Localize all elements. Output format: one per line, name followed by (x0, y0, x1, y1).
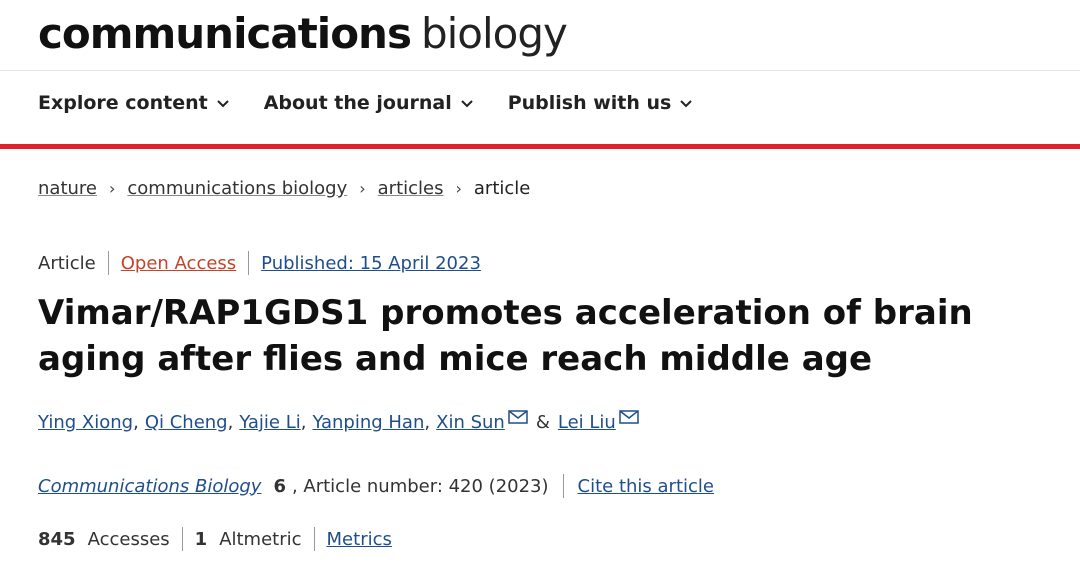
nav-publish-with-us[interactable]: Publish with us (508, 92, 694, 114)
article-number: , Article number: 420 (2023) (291, 475, 549, 497)
metrics-divider (313, 527, 315, 551)
chevron-right-icon: › (359, 179, 366, 198)
author-link[interactable]: Xin Sun (436, 412, 505, 433)
cite-this-article-link[interactable]: Cite this article (578, 476, 714, 497)
nav-explore-content[interactable]: Explore content (38, 92, 230, 114)
chevron-right-icon: › (108, 179, 116, 198)
site-header: communications biology Explore content Ab… (0, 0, 1080, 149)
article-title: Vimar/RAP1GDS1 promotes acceleration of … (38, 293, 973, 379)
main-nav: Explore content About the journal Publis… (38, 92, 693, 114)
journal-link[interactable]: Communications Biology (38, 476, 261, 497)
chevron-right-icon: › (455, 179, 462, 198)
author-link[interactable]: Yajie Li (239, 412, 300, 433)
author-separator: , (424, 412, 431, 433)
citation-line: Communications Biology 6, Article number… (38, 474, 714, 498)
nav-label: About the journal (263, 92, 452, 114)
mail-icon[interactable] (619, 409, 639, 424)
meta-divider (248, 251, 250, 275)
altmetric-count: 1 (194, 528, 208, 550)
author-separator: , (227, 412, 234, 433)
breadcrumb-articles[interactable]: articles (378, 178, 444, 199)
author-separator: , (133, 412, 139, 433)
logo-light-text: biology (420, 9, 568, 58)
metrics-link[interactable]: Metrics (327, 529, 392, 550)
published-date-link[interactable]: Published: 15 April 2023 (261, 253, 481, 274)
nav-about-journal[interactable]: About the journal (264, 92, 474, 114)
breadcrumb-communications-biology[interactable]: communications biology (127, 178, 347, 199)
metrics-divider (181, 527, 183, 551)
open-access-link[interactable]: Open Access (121, 253, 236, 274)
metrics-bar: 845 Accesses 1 Altmetric Metrics (38, 527, 392, 551)
logo-bold-text: communications (38, 9, 412, 58)
breadcrumb: nature › communications biology › articl… (38, 178, 530, 199)
header-divider (0, 70, 1080, 71)
breadcrumb-nature[interactable]: nature (38, 178, 97, 199)
article-meta: Article Open Access Published: 15 April … (38, 251, 481, 275)
author-separator: , (300, 412, 307, 433)
nav-label: Explore content (38, 92, 208, 114)
breadcrumb-current: article (473, 178, 531, 199)
citation-divider (562, 474, 564, 498)
accent-bar (0, 144, 1080, 149)
chevron-down-icon (216, 100, 229, 108)
altmetric-label: Altmetric (219, 528, 302, 550)
chevron-down-icon (680, 100, 693, 108)
chevron-down-icon (461, 100, 473, 108)
meta-divider (107, 251, 109, 275)
author-link[interactable]: Yanping Han (312, 412, 424, 433)
accesses-count: 845 (38, 528, 76, 550)
author-list: Ying Xiong, Qi Cheng, Yajie Li, Yanping … (38, 409, 639, 433)
author-link[interactable]: Qi Cheng (145, 412, 228, 433)
nav-label: Publish with us (507, 92, 672, 114)
mail-icon[interactable] (508, 409, 528, 424)
journal-logo[interactable]: communications biology (38, 8, 568, 60)
author-link[interactable]: Ying Xiong (38, 412, 133, 433)
volume-number: 6 (273, 475, 286, 497)
author-link[interactable]: Lei Liu (558, 412, 616, 433)
article-type: Article (38, 252, 96, 274)
accesses-label: Accesses (87, 528, 170, 550)
ampersand: & (535, 412, 550, 433)
